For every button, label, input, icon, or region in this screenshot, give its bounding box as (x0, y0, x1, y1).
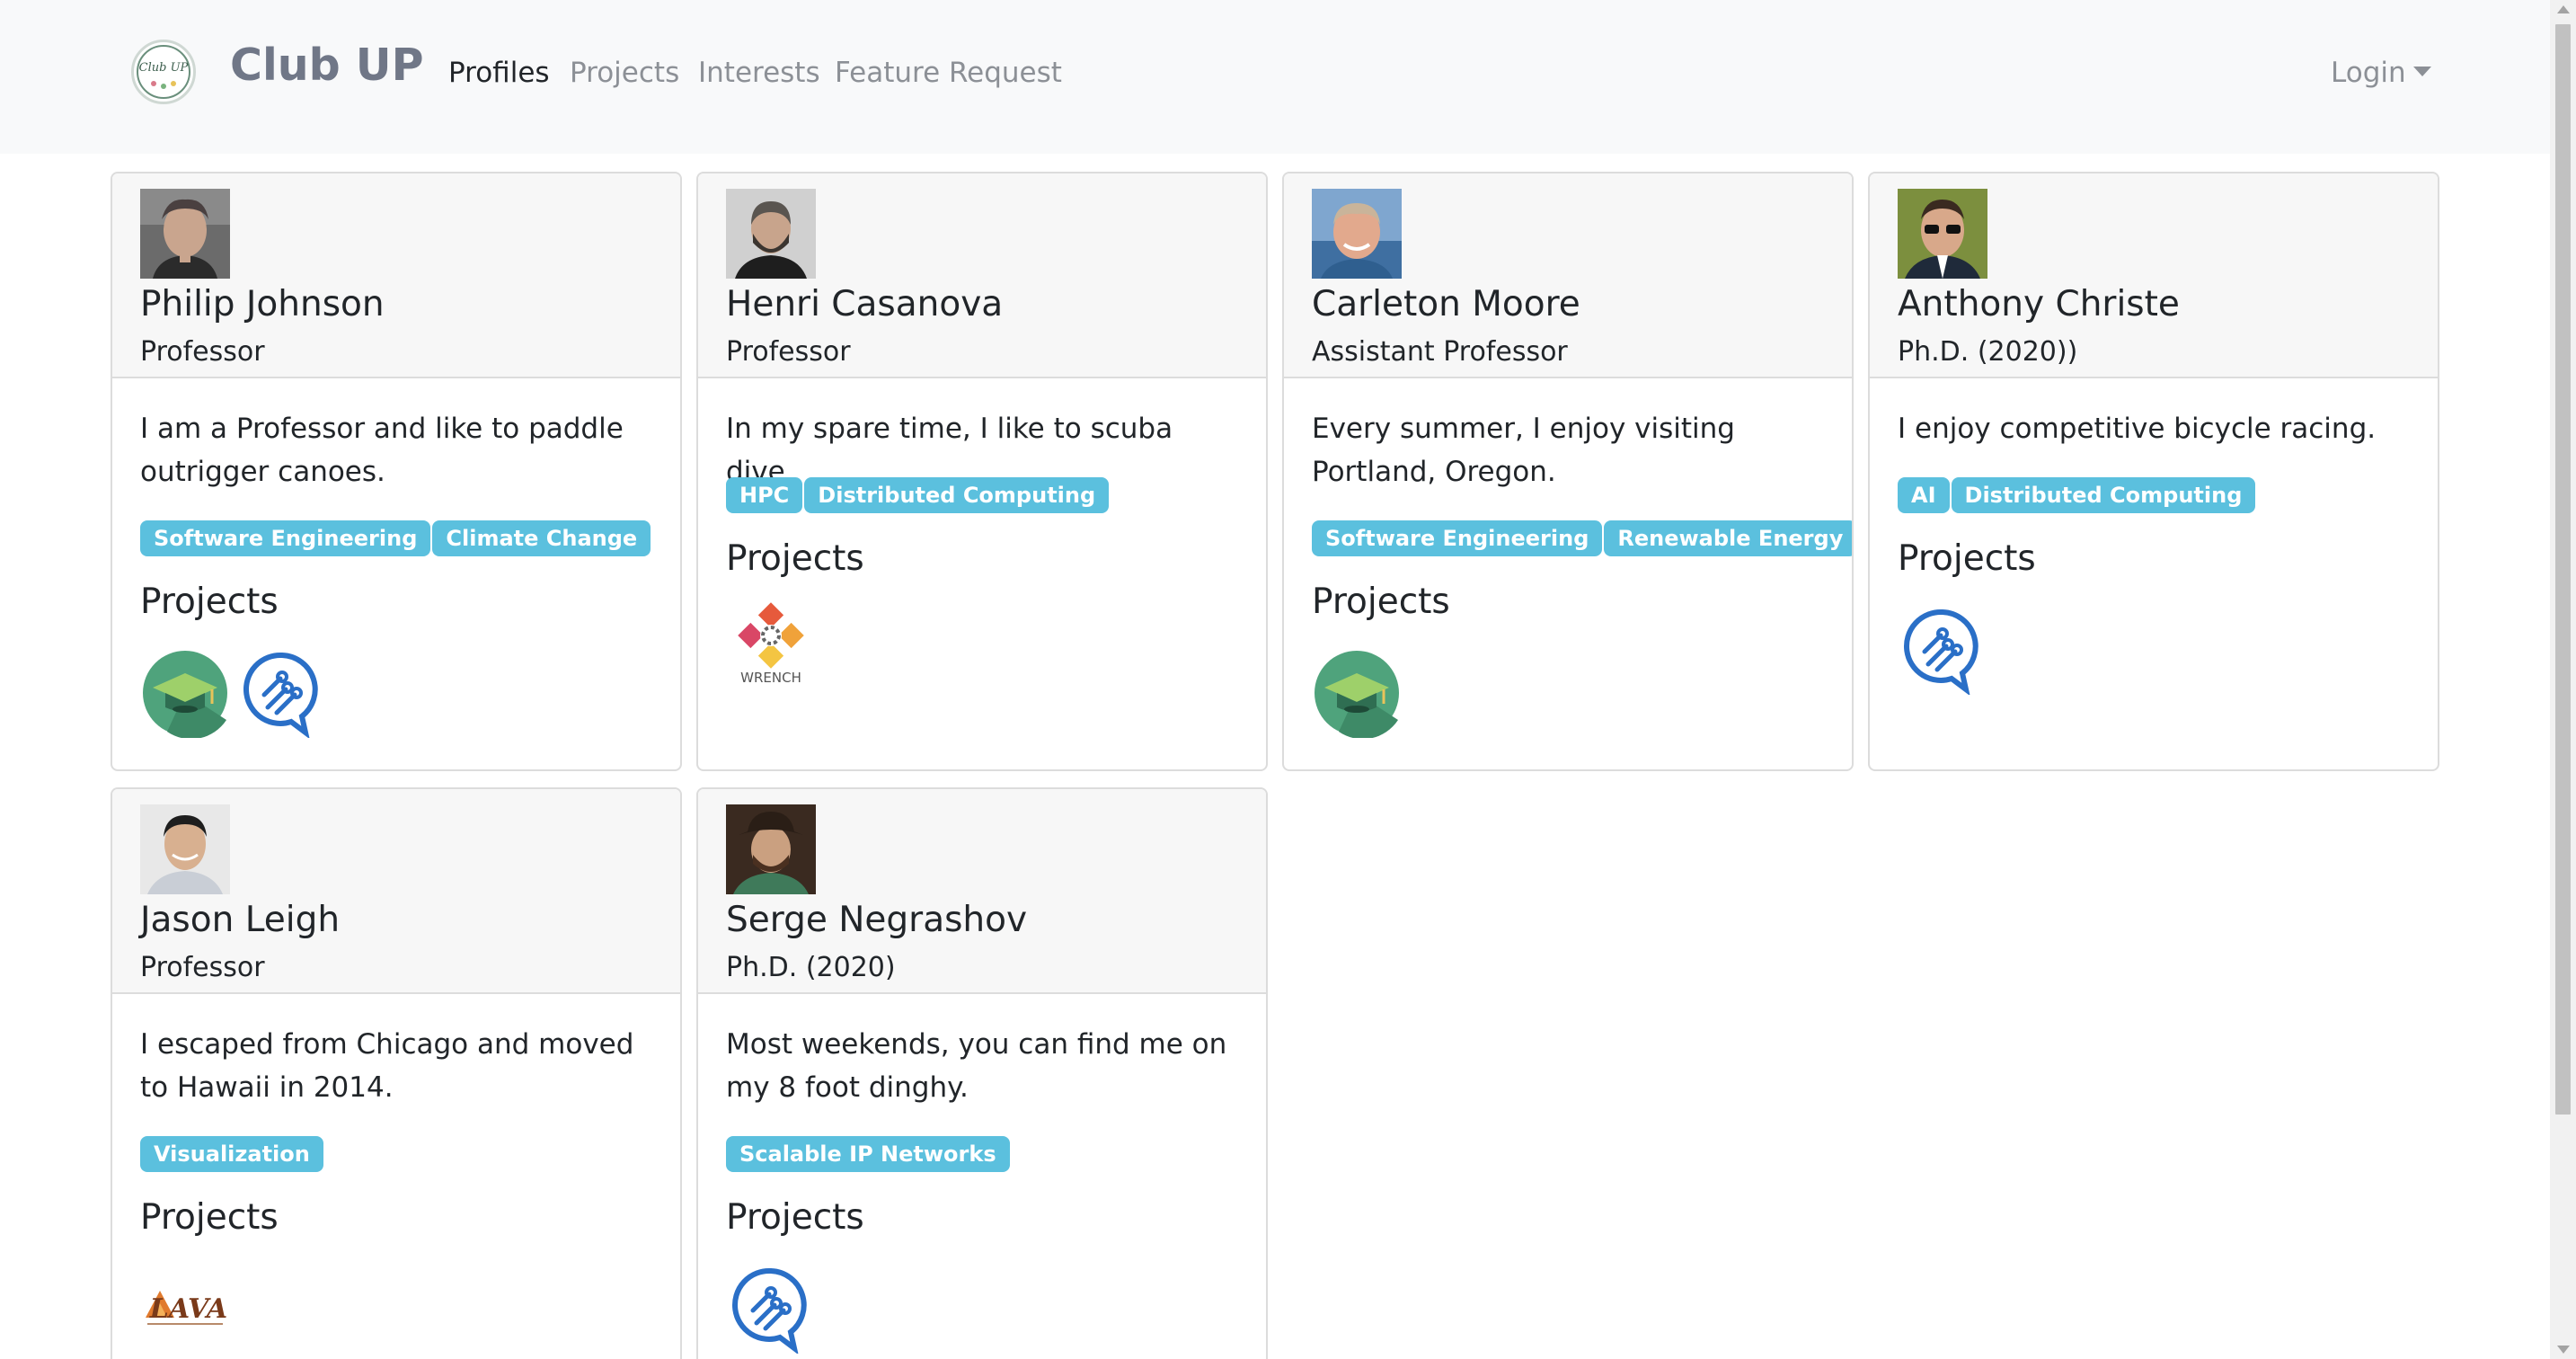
profile-title: Ph.D. (2020)) (1898, 336, 2078, 368)
card-header: Serge Negrashov Ph.D. (2020) (698, 789, 1266, 994)
project-icons (1898, 605, 1987, 695)
card-header: Carleton Moore Assistant Professor (1284, 173, 1852, 378)
profile-card: Jason Leigh Professor I escaped from Chi… (111, 787, 682, 1359)
graduation-cap-icon[interactable] (140, 648, 230, 738)
profile-bio: Most weekends, you can find me on my 8 f… (726, 1028, 1227, 1104)
profile-title: Assistant Professor (1312, 336, 1568, 368)
avatar (140, 804, 230, 894)
projects-heading: Projects (140, 582, 279, 622)
profile-title: Professor (726, 336, 851, 368)
profile-title: Professor (140, 336, 265, 368)
projects-heading: Projects (140, 1197, 279, 1238)
profile-title: Professor (140, 952, 265, 983)
interest-badge[interactable]: Distributed Computing (804, 477, 1110, 513)
profile-card: Henri Casanova Professor In my spare tim… (696, 172, 1268, 771)
profile-name: Henri Casanova (726, 284, 1004, 324)
project-icons (140, 648, 327, 738)
chat-circuit-icon[interactable] (726, 1264, 816, 1354)
lava-logo-label: LAVA (149, 1293, 227, 1325)
profile-card: Carleton Moore Assistant Professor Every… (1282, 172, 1854, 771)
scroll-thumb[interactable] (2555, 24, 2571, 1115)
avatar (1312, 189, 1402, 279)
scroll-down-arrow-icon[interactable] (2557, 1346, 2570, 1354)
projects-heading: Projects (726, 538, 864, 579)
avatar (1898, 189, 1987, 279)
profile-title: Ph.D. (2020) (726, 952, 896, 983)
interest-badges: AI Distributed Computing (1898, 477, 2256, 513)
project-icons: LAVA (140, 1258, 230, 1348)
navbar: Club UP Club UP Profiles Projects Intere… (0, 0, 2550, 154)
interest-badge[interactable]: Visualization (140, 1136, 323, 1172)
profile-name: Serge Negrashov (726, 900, 1028, 940)
project-icons (1312, 648, 1402, 738)
page-scrollbar[interactable] (2550, 0, 2576, 1359)
interest-badge[interactable]: AI (1898, 477, 1950, 513)
wrench-logo-icon[interactable]: WRENCH (726, 600, 816, 689)
profile-name: Carleton Moore (1312, 284, 1580, 324)
card-header: Jason Leigh Professor (112, 789, 680, 994)
avatar (140, 189, 230, 279)
interest-badge[interactable]: HPC (726, 477, 803, 513)
project-icons: WRENCH (726, 600, 816, 689)
logo-text: Club UP (139, 61, 189, 75)
projects-heading: Projects (726, 1197, 864, 1238)
interest-badges: Software Engineering Climate Change (140, 520, 651, 556)
interest-badge[interactable]: Distributed Computing (1951, 477, 2256, 513)
graduation-cap-icon[interactable] (1312, 648, 1402, 738)
profile-name: Jason Leigh (140, 900, 341, 940)
interest-badges: Visualization (140, 1136, 323, 1172)
card-header: Henri Casanova Professor (698, 173, 1266, 378)
interest-badge[interactable]: Software Engineering (1312, 520, 1603, 556)
interest-badges: Scalable IP Networks (726, 1136, 1010, 1172)
login-label: Login (2331, 57, 2406, 89)
wrench-logo-label: WRENCH (740, 670, 801, 686)
nav-link-interests[interactable]: Interests (698, 57, 820, 89)
profile-bio: I am a Professor and like to paddle outr… (140, 413, 624, 488)
interest-badge[interactable]: Software Engineering (140, 520, 431, 556)
avatar (726, 189, 816, 279)
avatar (726, 804, 816, 894)
profile-bio: I escaped from Chicago and moved to Hawa… (140, 1028, 634, 1104)
profile-name: Anthony Christe (1898, 284, 2180, 324)
projects-heading: Projects (1312, 582, 1450, 622)
chat-circuit-icon[interactable] (237, 648, 327, 738)
interest-badges: Software Engineering Renewable Energy (1312, 520, 1852, 556)
card-header: Anthony Christe Ph.D. (2020)) (1870, 173, 2438, 378)
nav-link-feature-request[interactable]: Feature Request (835, 57, 1062, 89)
nav-link-projects[interactable]: Projects (570, 57, 679, 89)
interest-badge[interactable]: Climate Change (432, 520, 651, 556)
project-icons (726, 1264, 816, 1354)
profile-card: Philip Johnson Professor I am a Professo… (111, 172, 682, 771)
card-header: Philip Johnson Professor (112, 173, 680, 378)
interest-badge[interactable]: Renewable Energy (1604, 520, 1852, 556)
nav-link-profiles[interactable]: Profiles (448, 57, 550, 89)
profile-card: Anthony Christe Ph.D. (2020)) I enjoy co… (1868, 172, 2439, 771)
caret-down-icon (2412, 67, 2431, 76)
scroll-up-arrow-icon[interactable] (2557, 5, 2570, 13)
interest-badges: HPC Distributed Computing (726, 477, 1110, 513)
profile-bio: Every summer, I enjoy visiting Portland,… (1312, 413, 1735, 488)
chat-circuit-icon[interactable] (1898, 605, 1987, 695)
brand-title[interactable]: Club UP (230, 40, 423, 91)
profile-bio: I enjoy competitive bicycle racing. (1898, 413, 2377, 445)
lava-logo-icon[interactable]: LAVA (140, 1258, 230, 1348)
club-logo-icon[interactable]: Club UP (131, 40, 196, 104)
profile-name: Philip Johnson (140, 284, 385, 324)
login-dropdown[interactable]: Login (2331, 57, 2431, 89)
interest-badge[interactable]: Scalable IP Networks (726, 1136, 1010, 1172)
projects-heading: Projects (1898, 538, 2036, 579)
profile-card: Serge Negrashov Ph.D. (2020) Most weeken… (696, 787, 1268, 1359)
